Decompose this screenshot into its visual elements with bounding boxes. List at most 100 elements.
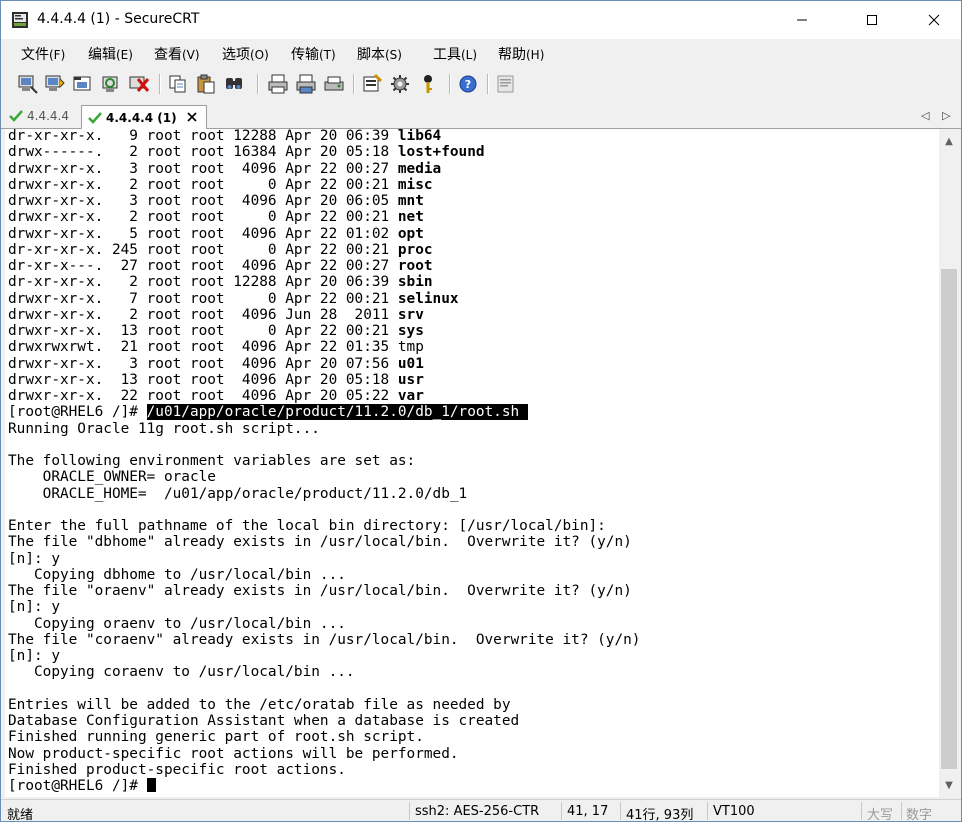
log-icon[interactable] — [495, 73, 517, 95]
terminal-scrollbar[interactable]: ▲ ▼ — [939, 129, 959, 797]
terminal-line-text: drwxr-xr-x. 13 root root 0 Apr 22 00:21 — [8, 323, 398, 339]
directory-name: sbin — [397, 274, 433, 290]
connected-check-icon — [9, 110, 23, 122]
quick-connect-icon[interactable] — [44, 73, 66, 95]
status-divider — [861, 802, 862, 820]
status-divider — [620, 802, 621, 820]
menu-options[interactable]: 选项(O) — [222, 44, 269, 64]
toolbar-separator — [449, 74, 451, 94]
tab-scroll-right-icon[interactable]: ▷ — [942, 109, 950, 122]
terminal-line-text: drwxrwxrwt. 21 root root 4096 Apr 22 01:… — [8, 339, 398, 355]
tab-session-2[interactable]: 4.4.4.4 (1) — [81, 105, 207, 129]
terminal-line: [root@RHEL6 /]# /u01/app/oracle/product/… — [8, 404, 528, 420]
menu-file[interactable]: 文件(F) — [21, 44, 65, 64]
maximize-icon — [867, 15, 877, 25]
directory-name: selinux — [397, 291, 459, 307]
paste-icon[interactable] — [195, 73, 217, 95]
maximize-button[interactable] — [849, 1, 895, 39]
terminal-line-text: The following environment variables are … — [8, 453, 416, 469]
status-emulation: VT100 — [713, 804, 755, 819]
directory-name: opt — [397, 226, 424, 242]
terminal-line-text: [n]: y — [8, 599, 60, 615]
directory-name: srv — [397, 307, 424, 323]
terminal-output[interactable]: dr-xr-xr-x. 9 root root 12288 Apr 20 06:… — [5, 129, 939, 797]
help-icon[interactable]: ? — [457, 73, 479, 95]
status-divider — [901, 802, 902, 820]
connect-tab-icon[interactable] — [72, 73, 94, 95]
terminal-line: Now product-specific root actions will b… — [8, 746, 459, 762]
directory-name: media — [397, 161, 442, 177]
terminal-line: drwxr-xr-x. 22 root root 4096 Apr 20 05:… — [8, 388, 424, 404]
terminal-line-text: Now product-specific root actions will b… — [8, 746, 459, 762]
disconnect-icon[interactable] — [128, 73, 150, 95]
status-protocol: ssh2: AES-256-CTR — [415, 804, 540, 819]
menu-help[interactable]: 帮助(H) — [498, 44, 544, 64]
reconnect-icon[interactable] — [100, 73, 122, 95]
directory-name: var — [397, 388, 424, 404]
toolbar-separator — [353, 74, 355, 94]
terminal-line-text: drwx------. 2 root root 16384 Apr 20 05:… — [8, 144, 398, 160]
terminal-line-text: Finished running generic part of root.sh… — [8, 729, 424, 745]
menu-bar: 文件(F) 编辑(E) 查看(V) 选项(O) 传输(T) 脚本(S) 工具(L… — [1, 39, 961, 67]
terminal-line: drwxrwxrwt. 21 root root 4096 Apr 22 01:… — [8, 339, 424, 355]
keymap-icon[interactable] — [417, 73, 439, 95]
tab-scroll-left-icon[interactable]: ◁ — [921, 109, 929, 122]
menu-transfer[interactable]: 传输(T) — [291, 44, 336, 64]
find-icon[interactable] — [223, 73, 245, 95]
terminal-line: ORACLE_HOME= /u01/app/oracle/product/11.… — [8, 486, 468, 502]
print-icon[interactable] — [267, 73, 289, 95]
toolbar: ? — [1, 68, 961, 100]
terminal-line: The following environment variables are … — [8, 453, 415, 469]
terminal-line-text: The file "coraenv" already exists in /us… — [8, 632, 641, 648]
terminal-line-text: drwxr-xr-x. 3 root root 4096 Apr 20 06:0… — [8, 193, 398, 209]
session-tab-bar: 4.4.4.4 4.4.4.4 (1) ◁ ▷ — [1, 102, 961, 129]
copy-icon[interactable] — [167, 73, 189, 95]
session-options-icon[interactable] — [361, 73, 383, 95]
connect-icon[interactable] — [17, 73, 39, 95]
terminal-line-text: Entries will be added to the /etc/oratab… — [8, 697, 511, 713]
print-setup-icon[interactable] — [323, 73, 345, 95]
scroll-up-icon[interactable]: ▲ — [939, 131, 959, 151]
status-cursor-position: 41, 17 — [567, 804, 609, 819]
terminal-line: drwxr-xr-x. 5 root root 4096 Apr 22 01:0… — [8, 226, 424, 242]
menu-script[interactable]: 脚本(S) — [357, 44, 402, 64]
tab-session-1[interactable]: 4.4.4.4 — [5, 105, 77, 127]
minimize-button[interactable] — [779, 1, 825, 39]
terminal-line-text: drwxr-xr-x. 7 root root 0 Apr 22 00:21 — [8, 291, 398, 307]
terminal-line: drwxr-xr-x. 2 root root 4096 Jun 28 2011… — [8, 307, 424, 323]
connected-check-icon — [88, 111, 102, 124]
terminal-line-text: ORACLE_HOME= /u01/app/oracle/product/11.… — [8, 486, 468, 502]
status-ready: 就绪 — [7, 808, 34, 822]
securecrt-window: 4.4.4.4 (1) - SecureCRT 文件(F) 编辑(E) 查看(V… — [0, 0, 962, 822]
terminal-line: [n]: y — [8, 648, 60, 664]
terminal-line: Copying coraenv to /usr/local/bin ... — [8, 664, 355, 680]
status-divider — [707, 802, 708, 820]
close-button[interactable] — [911, 1, 957, 39]
terminal-line: Copying oraenv to /usr/local/bin ... — [8, 616, 346, 632]
terminal-line-text: drwxr-xr-x. 3 root root 4096 Apr 22 00:2… — [8, 161, 398, 177]
print-selection-icon[interactable] — [295, 73, 317, 95]
terminal-line-text: Enter the full pathname of the local bin… — [8, 518, 606, 534]
terminal-line: The file "dbhome" already exists in /usr… — [8, 534, 632, 550]
selected-command[interactable]: /u01/app/oracle/product/11.2.0/db_1/root… — [146, 404, 528, 420]
terminal-line: ORACLE_OWNER= oracle — [8, 469, 216, 485]
scroll-down-icon[interactable]: ▼ — [939, 775, 959, 795]
directory-name: mnt — [397, 193, 424, 209]
status-bar: 就绪 ssh2: AES-256-CTR 41, 17 41行, 93列 VT1… — [1, 799, 961, 822]
terminal-line: Entries will be added to the /etc/oratab… — [8, 697, 511, 713]
terminal-line: Running Oracle 11g root.sh script... — [8, 421, 320, 437]
tab-close-icon[interactable] — [186, 111, 198, 123]
menu-view[interactable]: 查看(V) — [154, 44, 200, 64]
toolbar-separator — [159, 74, 161, 94]
terminal-line: [root@RHEL6 /]# — [8, 778, 156, 794]
tab-label: 4.4.4.4 — [27, 109, 69, 123]
menu-edit[interactable]: 编辑(E) — [88, 44, 133, 64]
directory-name: sys — [397, 323, 424, 339]
terminal-line-text: [n]: y — [8, 551, 60, 567]
terminal-line-text: dr-xr-x---. 27 root root 4096 Apr 22 00:… — [8, 258, 398, 274]
global-options-icon[interactable] — [389, 73, 411, 95]
terminal-line: The file "coraenv" already exists in /us… — [8, 632, 640, 648]
scrollbar-thumb[interactable] — [941, 269, 957, 769]
menu-tools[interactable]: 工具(L) — [433, 44, 477, 64]
terminal-line-text: The file "oraenv" already exists in /usr… — [8, 583, 632, 599]
